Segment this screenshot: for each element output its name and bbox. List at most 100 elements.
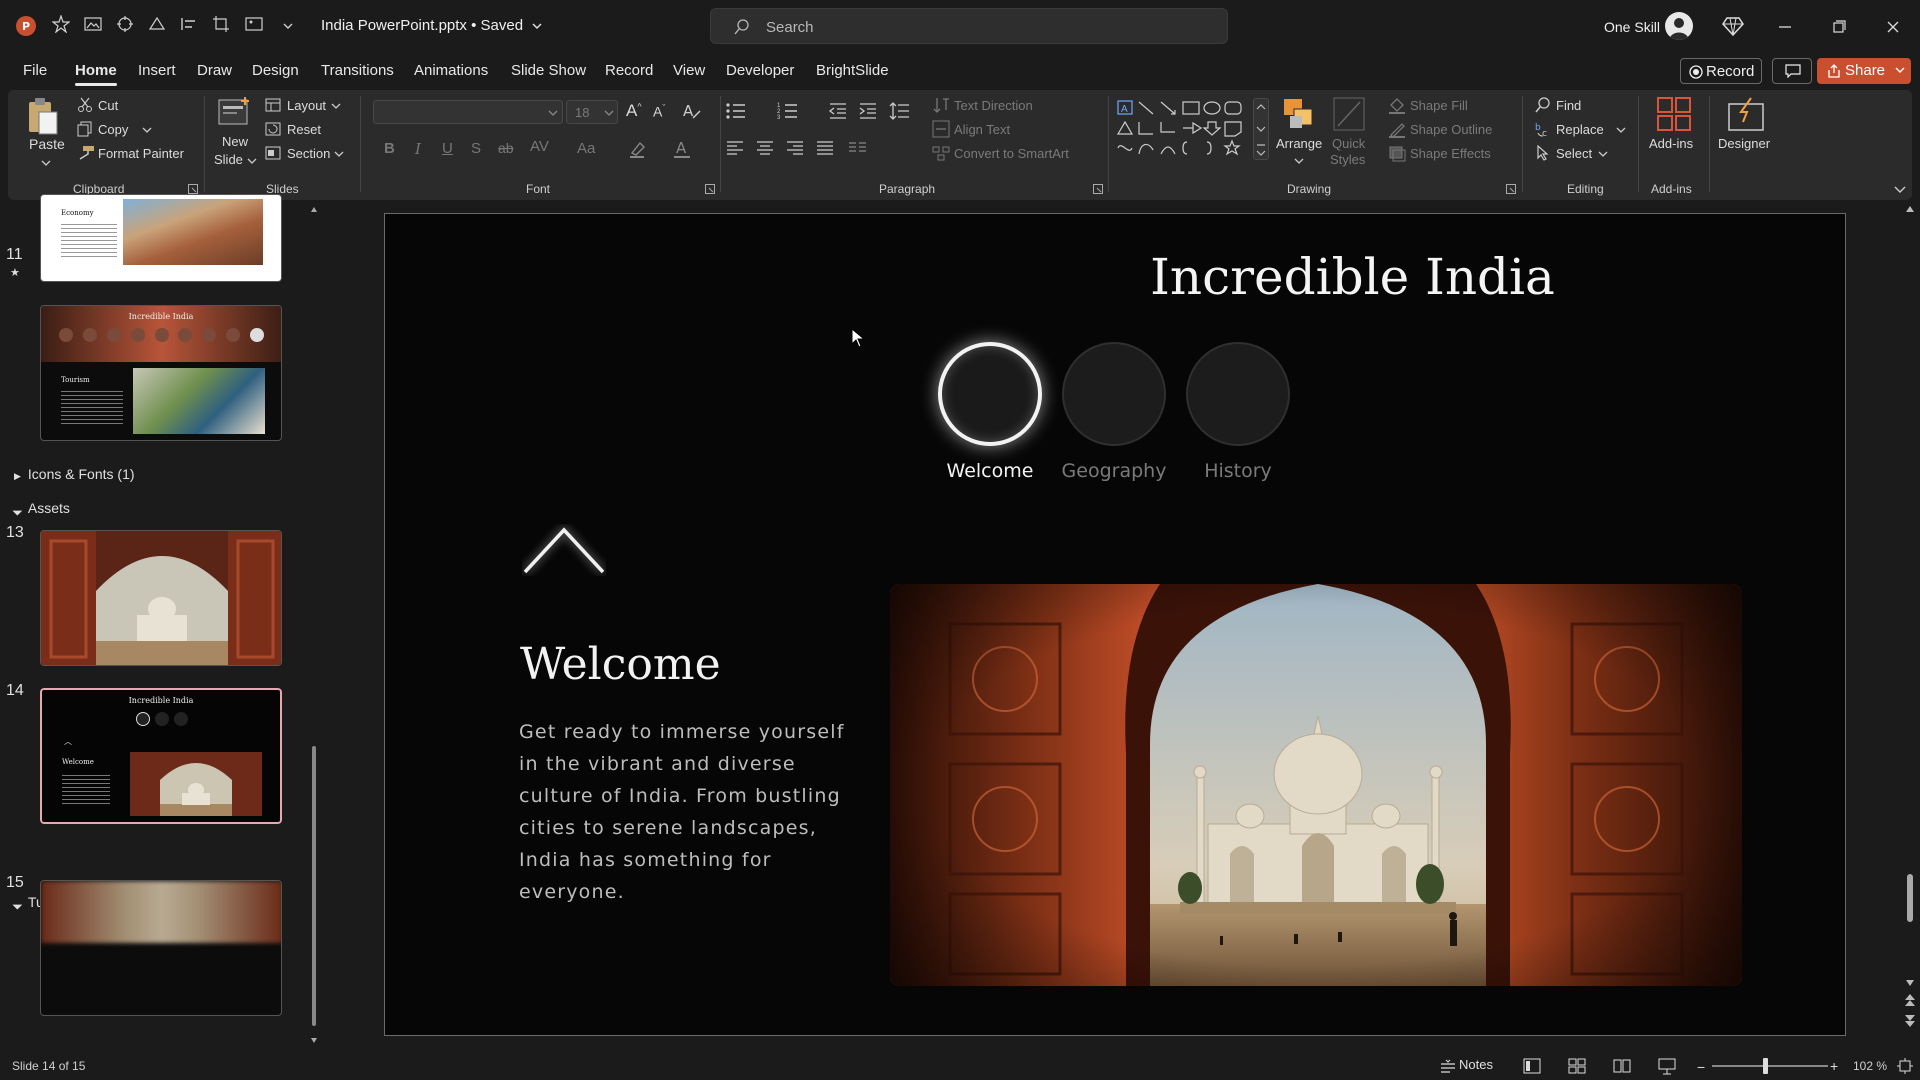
nav-circle-geography[interactable] bbox=[1062, 342, 1166, 446]
decrease-indent-icon[interactable] bbox=[828, 102, 848, 120]
numbering-icon[interactable]: 123 bbox=[777, 102, 799, 120]
thumbnails-scrollbar[interactable] bbox=[310, 206, 318, 1044]
quick-styles-button-line2[interactable]: Styles bbox=[1330, 152, 1365, 167]
normal-view-icon[interactable] bbox=[1523, 1058, 1541, 1074]
draw-icon[interactable] bbox=[148, 15, 170, 37]
highlight-icon[interactable] bbox=[628, 139, 648, 159]
slide-title[interactable]: Incredible India bbox=[385, 248, 1845, 306]
designer-icon[interactable] bbox=[1727, 96, 1765, 132]
chevron-down-icon[interactable] bbox=[142, 125, 152, 135]
shapes-gallery-scroll[interactable] bbox=[1253, 98, 1269, 160]
designer-button[interactable]: Designer bbox=[1718, 136, 1770, 151]
notes-button[interactable]: Notes bbox=[1440, 1057, 1493, 1073]
tab-home[interactable]: Home bbox=[75, 62, 117, 86]
dialog-launcher-icon[interactable] bbox=[188, 184, 198, 194]
tab-animations[interactable]: Animations bbox=[414, 62, 488, 79]
tab-developer[interactable]: Developer bbox=[726, 62, 794, 79]
shadow-icon[interactable]: S bbox=[471, 140, 481, 157]
dialog-launcher-icon[interactable] bbox=[705, 184, 715, 194]
tab-design[interactable]: Design bbox=[252, 62, 299, 79]
bold-icon[interactable]: B bbox=[384, 140, 395, 157]
tab-record[interactable]: Record bbox=[605, 62, 653, 79]
add-ins-button[interactable]: Add-ins bbox=[1649, 136, 1693, 151]
chevron-down-icon[interactable] bbox=[247, 156, 257, 166]
align-center-icon[interactable] bbox=[756, 140, 774, 156]
zoom-out-icon[interactable]: − bbox=[1697, 1059, 1705, 1075]
nav-circle-welcome[interactable] bbox=[938, 342, 1042, 446]
minimize-icon[interactable] bbox=[1770, 12, 1800, 42]
font-color-icon[interactable]: A bbox=[672, 139, 692, 159]
star-icon[interactable] bbox=[52, 15, 74, 37]
cut-button[interactable]: Cut bbox=[98, 98, 118, 113]
quick-styles-icon[interactable] bbox=[1332, 96, 1366, 132]
chevron-down-icon[interactable] bbox=[1294, 156, 1304, 166]
decrease-font-size-icon[interactable]: Aˇ bbox=[653, 103, 665, 120]
chevron-down-icon[interactable] bbox=[1598, 149, 1608, 159]
user-name[interactable]: One Skill bbox=[1604, 19, 1660, 35]
tab-view[interactable]: View bbox=[673, 62, 705, 79]
chevron-down-icon[interactable] bbox=[41, 158, 51, 168]
quick-styles-button[interactable]: Quick bbox=[1332, 136, 1365, 151]
chevron-down-icon[interactable] bbox=[334, 149, 344, 159]
dialog-launcher-icon[interactable] bbox=[1506, 184, 1516, 194]
tab-transitions[interactable]: Transitions bbox=[321, 62, 394, 79]
nav-circle-history[interactable] bbox=[1186, 342, 1290, 446]
fit-to-window-icon[interactable] bbox=[1897, 1058, 1913, 1074]
slide-thumbnail-13[interactable] bbox=[40, 530, 282, 666]
slide-canvas[interactable]: Incredible India Welcome Geography Histo… bbox=[384, 213, 1846, 1036]
text-direction-button[interactable]: Text Direction bbox=[954, 98, 1033, 113]
collapse-ribbon-icon[interactable] bbox=[1894, 184, 1906, 194]
convert-smartart-button[interactable]: Convert to SmartArt bbox=[954, 146, 1069, 161]
new-slide-button[interactable]: New bbox=[222, 134, 248, 149]
document-title[interactable]: India PowerPoint.pptx • Saved bbox=[321, 17, 543, 34]
diamond-icon[interactable] bbox=[1722, 15, 1744, 37]
zoom-in-icon[interactable]: + bbox=[1830, 1058, 1838, 1074]
comments-button[interactable] bbox=[1772, 58, 1812, 84]
reset-button[interactable]: Reset bbox=[287, 122, 321, 137]
slideshow-icon[interactable] bbox=[1658, 1057, 1676, 1075]
slide-counter[interactable]: Slide 14 of 15 bbox=[12, 1059, 85, 1073]
align-text-button[interactable]: Align Text bbox=[954, 122, 1010, 137]
italic-icon[interactable]: I bbox=[415, 140, 421, 158]
align-icon[interactable] bbox=[180, 15, 202, 37]
section-icons-fonts[interactable]: ▶ Icons & Fonts (1) bbox=[14, 466, 135, 482]
arrange-icon[interactable] bbox=[1281, 96, 1317, 132]
new-slide-button-line2[interactable]: Slide bbox=[214, 152, 243, 167]
increase-font-size-icon[interactable]: A^ bbox=[626, 101, 642, 121]
crop-icon[interactable] bbox=[212, 15, 234, 37]
replace-button[interactable]: Replace bbox=[1556, 122, 1604, 137]
tab-insert[interactable]: Insert bbox=[138, 62, 176, 79]
strikethrough-icon[interactable]: ab bbox=[498, 140, 514, 156]
slide-scrollbar[interactable] bbox=[1902, 200, 1918, 1040]
close-icon[interactable] bbox=[1878, 12, 1908, 42]
chevron-up-icon[interactable] bbox=[522, 524, 606, 576]
image-icon[interactable] bbox=[245, 15, 267, 37]
add-ins-icon[interactable] bbox=[1656, 96, 1692, 132]
search-input[interactable]: Search bbox=[710, 8, 1228, 44]
align-right-icon[interactable] bbox=[786, 140, 804, 156]
select-button[interactable]: Select bbox=[1556, 146, 1592, 161]
layout-button[interactable]: Layout bbox=[287, 98, 326, 113]
character-spacing-icon[interactable]: AV bbox=[530, 138, 549, 155]
restore-icon[interactable] bbox=[1824, 12, 1854, 42]
dialog-launcher-icon[interactable] bbox=[1093, 184, 1103, 194]
record-button[interactable]: Record bbox=[1680, 58, 1762, 84]
slide-thumbnail-11[interactable]: Incredible India Tourism bbox=[40, 305, 282, 441]
change-case-icon[interactable]: Aa bbox=[577, 140, 595, 157]
avatar[interactable] bbox=[1665, 12, 1693, 40]
picture-icon[interactable] bbox=[84, 15, 106, 37]
format-painter-button[interactable]: Format Painter bbox=[98, 146, 184, 161]
section-assets[interactable]: ◢ Assets bbox=[12, 500, 70, 516]
shapes-gallery[interactable]: A bbox=[1115, 98, 1263, 160]
nav-label-history[interactable]: History bbox=[1158, 460, 1318, 482]
chevron-down-icon[interactable] bbox=[1616, 125, 1626, 135]
line-spacing-icon[interactable] bbox=[889, 102, 911, 120]
taj-mahal-photo[interactable] bbox=[890, 584, 1742, 986]
columns-icon[interactable] bbox=[848, 140, 872, 156]
new-slide-icon[interactable] bbox=[217, 96, 253, 130]
zoom-slider-thumb[interactable] bbox=[1763, 1058, 1768, 1074]
font-size-select[interactable]: 18 bbox=[566, 100, 618, 124]
tab-slide-show[interactable]: Slide Show bbox=[511, 62, 586, 79]
tab-file[interactable]: File bbox=[23, 62, 47, 79]
bullets-icon[interactable] bbox=[725, 102, 747, 120]
